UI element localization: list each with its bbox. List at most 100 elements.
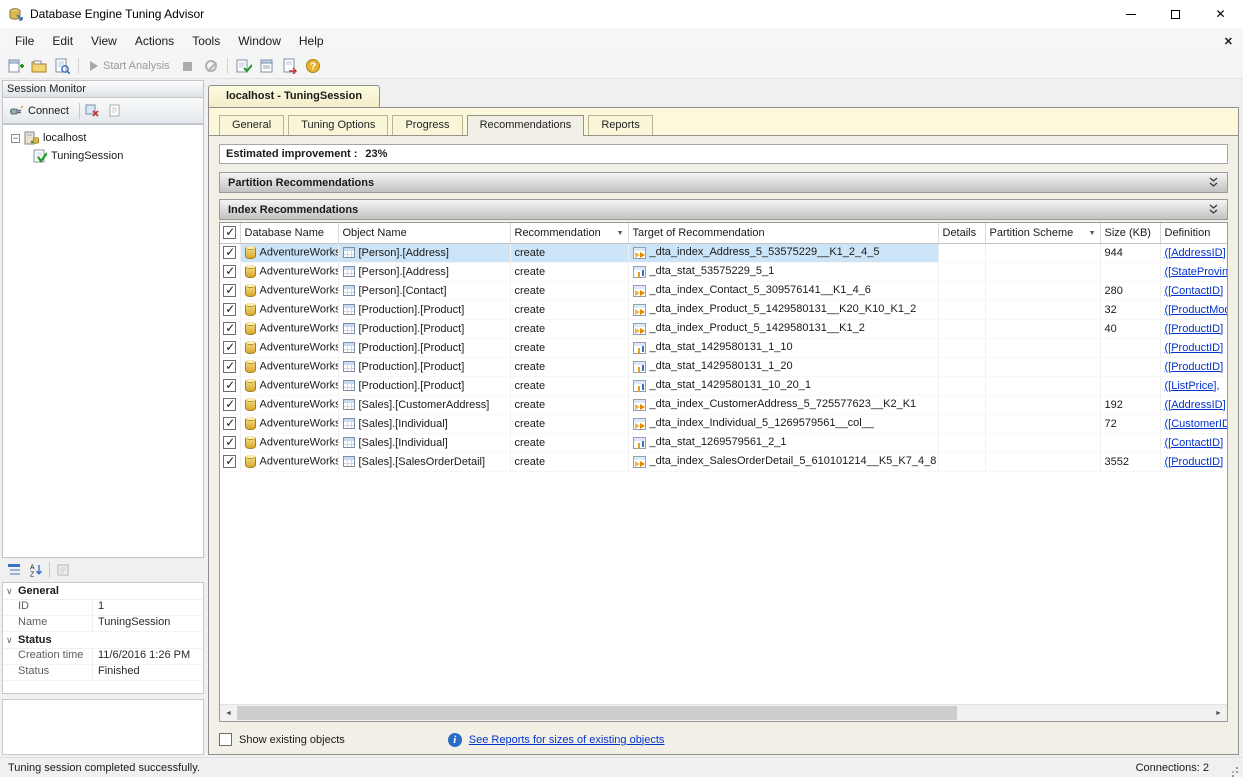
tab-progress[interactable]: Progress <box>392 115 462 135</box>
col-details[interactable]: Details <box>938 223 985 243</box>
col-definition[interactable]: Definition <box>1160 223 1227 243</box>
menu-file[interactable]: File <box>6 28 43 54</box>
definition-link[interactable]: ([ContactID] <box>1165 437 1224 449</box>
prop-row-status[interactable]: Status Finished <box>3 665 203 681</box>
table-row[interactable]: AdventureWorks [Sales].[CustomerAddress]… <box>220 395 1227 414</box>
filter-dropdown-icon[interactable]: ▼ <box>1089 230 1096 237</box>
prop-section-status[interactable]: ∨ Status <box>3 632 203 649</box>
partition-recommendations-header[interactable]: Partition Recommendations <box>219 172 1228 193</box>
definition-link[interactable]: ([AddressID] <box>1165 399 1226 411</box>
prop-row-creation-time[interactable]: Creation time 11/6/2016 1:26 PM <box>3 649 203 665</box>
definition-link[interactable]: ([AddressID] <box>1165 247 1226 259</box>
col-target-of-recommendation[interactable]: Target of Recommendation <box>628 223 938 243</box>
document-tab[interactable]: localhost - TuningSession <box>208 85 380 107</box>
prop-row-name[interactable]: Name TuningSession <box>3 616 203 632</box>
table-row[interactable]: AdventureWorks [Sales].[Individual] crea… <box>220 414 1227 433</box>
table-row[interactable]: AdventureWorks [Person].[Address] create… <box>220 262 1227 281</box>
open-session-icon[interactable] <box>30 57 48 75</box>
definition-link[interactable]: ([ProductID] <box>1165 323 1224 335</box>
scroll-left-button[interactable]: ◄ <box>220 705 237 721</box>
close-session-icon[interactable] <box>84 102 102 120</box>
tab-general[interactable]: General <box>219 115 284 135</box>
menu-window[interactable]: Window <box>229 28 290 54</box>
definition-link[interactable]: ([ProductModelID] <box>1165 304 1228 316</box>
definition-link[interactable]: ([ListPrice], <box>1165 380 1220 392</box>
status-bar: Tuning session completed successfully. C… <box>0 757 1243 777</box>
preview-workload-icon[interactable] <box>258 57 276 75</box>
filter-dropdown-icon[interactable]: ▼ <box>617 230 624 237</box>
tree-item-server[interactable]: − localhost <box>3 129 203 147</box>
table-row[interactable]: AdventureWorks [Sales].[Individual] crea… <box>220 433 1227 452</box>
collapse-icon[interactable]: − <box>11 134 20 143</box>
table-row[interactable]: AdventureWorks [Sales].[SalesOrderDetail… <box>220 452 1227 471</box>
definition-link[interactable]: ([ProductID] <box>1165 342 1224 354</box>
show-existing-objects-checkbox[interactable] <box>219 733 232 746</box>
maximize-button[interactable] <box>1153 0 1198 28</box>
scrollbar-thumb[interactable] <box>237 706 957 720</box>
col-recommendation[interactable]: ▼Recommendation <box>510 223 628 243</box>
row-checkbox[interactable] <box>223 341 236 354</box>
tree-item-session[interactable]: TuningSession <box>3 147 203 165</box>
new-session-icon[interactable] <box>7 57 25 75</box>
row-checkbox[interactable] <box>223 322 236 335</box>
expand-chevron-icon[interactable] <box>1208 177 1219 188</box>
col-object-name[interactable]: Object Name <box>338 223 510 243</box>
import-workload-icon[interactable] <box>53 57 71 75</box>
table-row[interactable]: AdventureWorks [Production].[Product] cr… <box>220 338 1227 357</box>
row-checkbox[interactable] <box>223 360 236 373</box>
alphabetical-sort-icon[interactable]: AZ <box>27 561 45 579</box>
resize-grip[interactable] <box>1227 762 1239 774</box>
definition-link[interactable]: ([StateProvinceID] <box>1165 266 1228 278</box>
row-checkbox[interactable] <box>223 246 236 259</box>
apply-recommendations-icon[interactable] <box>235 57 253 75</box>
prop-section-general[interactable]: ∨ General <box>3 583 203 600</box>
menu-view[interactable]: View <box>82 28 126 54</box>
col-database-name[interactable]: Database Name <box>240 223 338 243</box>
show-existing-objects-label[interactable]: Show existing objects <box>239 734 345 746</box>
expand-chevron-icon[interactable] <box>1208 204 1219 215</box>
menu-tools[interactable]: Tools <box>183 28 229 54</box>
row-checkbox[interactable] <box>223 379 236 392</box>
select-all-checkbox[interactable] <box>223 226 236 239</box>
row-checkbox[interactable] <box>223 303 236 316</box>
row-checkbox[interactable] <box>223 417 236 430</box>
scrollbar-track[interactable] <box>237 705 1210 721</box>
categorized-icon[interactable] <box>5 561 23 579</box>
table-row[interactable]: AdventureWorks [Person].[Address] create… <box>220 243 1227 262</box>
prop-row-id[interactable]: ID 1 <box>3 600 203 616</box>
table-row[interactable]: AdventureWorks [Production].[Product] cr… <box>220 357 1227 376</box>
row-checkbox[interactable] <box>223 398 236 411</box>
tab-recommendations[interactable]: Recommendations <box>467 115 585 136</box>
table-row[interactable]: AdventureWorks [Person].[Contact] create… <box>220 281 1227 300</box>
row-checkbox[interactable] <box>223 436 236 449</box>
document-close-icon[interactable]: ✕ <box>1224 35 1233 48</box>
see-reports-link[interactable]: See Reports for sizes of existing object… <box>469 734 665 746</box>
definition-link[interactable]: ([CustomerID] <box>1165 418 1228 430</box>
col-partition-scheme[interactable]: ▼Partition Scheme <box>985 223 1100 243</box>
table-row[interactable]: AdventureWorks [Production].[Product] cr… <box>220 300 1227 319</box>
close-button[interactable]: ✕ <box>1198 0 1243 28</box>
refresh-icon[interactable] <box>106 102 124 120</box>
minimize-button[interactable] <box>1108 0 1153 28</box>
row-checkbox[interactable] <box>223 284 236 297</box>
row-checkbox[interactable] <box>223 455 236 468</box>
table-row[interactable]: AdventureWorks [Production].[Product] cr… <box>220 319 1227 338</box>
tab-tuning-options[interactable]: Tuning Options <box>288 115 388 135</box>
menu-actions[interactable]: Actions <box>126 28 183 54</box>
menu-help[interactable]: Help <box>290 28 333 54</box>
index-recommendations-header[interactable]: Index Recommendations <box>219 199 1228 220</box>
row-checkbox[interactable] <box>223 265 236 278</box>
definition-link[interactable]: ([ProductID] <box>1165 456 1224 468</box>
col-size-kb[interactable]: Size (KB) <box>1100 223 1160 243</box>
menu-edit[interactable]: Edit <box>43 28 82 54</box>
definition-link[interactable]: ([ProductID] <box>1165 361 1224 373</box>
definition-link[interactable]: ([ContactID] <box>1165 285 1224 297</box>
tab-reports[interactable]: Reports <box>588 115 653 135</box>
partition-scheme-cell <box>985 300 1100 319</box>
table-row[interactable]: AdventureWorks [Production].[Product] cr… <box>220 376 1227 395</box>
horizontal-scrollbar[interactable]: ◄ ► <box>220 704 1227 721</box>
help-icon[interactable]: ? <box>304 57 322 75</box>
export-session-icon[interactable] <box>281 57 299 75</box>
scroll-right-button[interactable]: ► <box>1210 705 1227 721</box>
connect-button[interactable]: Connect <box>7 102 75 120</box>
